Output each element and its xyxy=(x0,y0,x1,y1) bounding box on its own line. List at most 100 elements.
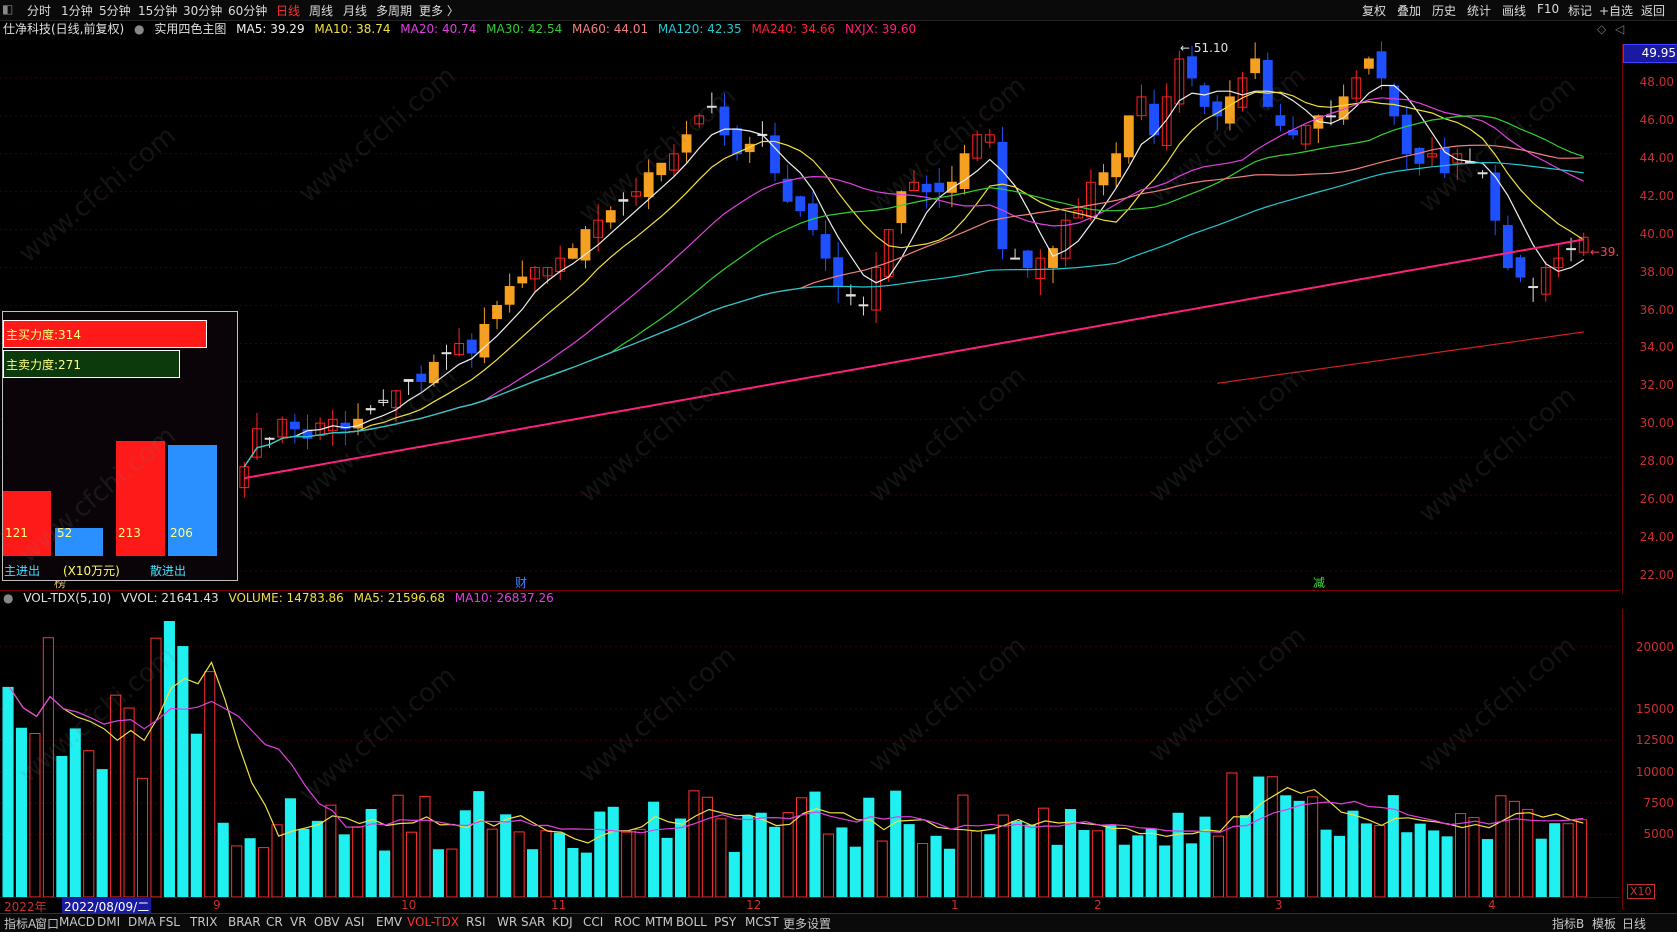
volume-bar xyxy=(231,845,243,897)
price-axis: 49.95 48.00 46.00 44.00 42.00 40.00 38.00 36.0… xyxy=(1622,44,1677,594)
indicator-tab[interactable]: RSI xyxy=(466,915,486,929)
volume-bar xyxy=(930,835,942,897)
volume-bar xyxy=(459,810,471,897)
month-label: 1 xyxy=(951,898,959,912)
volume-bar xyxy=(594,811,606,897)
ma-line-30 xyxy=(243,115,1584,468)
indicator-tab[interactable]: CR xyxy=(266,915,283,929)
volume-bar xyxy=(1549,823,1561,897)
arrow-left-icon[interactable]: ◁ xyxy=(1615,22,1624,36)
indicator-tab[interactable]: MACD xyxy=(59,915,95,929)
indicator-tab[interactable]: VOL-TDX xyxy=(407,915,459,929)
period-tab[interactable]: 多周期 xyxy=(376,2,412,19)
candle-body xyxy=(466,339,477,354)
indicator-tab[interactable]: MTM xyxy=(645,915,673,929)
unit-label: (X10万元) xyxy=(63,564,120,578)
period-tab[interactable]: 5分钟 xyxy=(99,2,131,19)
right-button[interactable]: 复权 xyxy=(1362,2,1386,19)
right-button[interactable]: 返回 xyxy=(1641,2,1665,19)
indicator-tab[interactable]: 窗口 xyxy=(35,915,59,932)
indicator-tab[interactable]: FSL xyxy=(159,915,180,929)
volume-tick-label: 7500 xyxy=(1643,796,1674,811)
indicator-tab[interactable]: CCI xyxy=(583,915,603,929)
price-tick-label: 44.00 xyxy=(1639,150,1674,165)
volume-bar xyxy=(15,727,28,897)
right-button[interactable]: 历史 xyxy=(1432,2,1456,19)
volume-bar xyxy=(742,815,754,897)
candle-body xyxy=(1490,172,1501,221)
bottom-right-button[interactable]: 指标B xyxy=(1552,915,1584,932)
price-tick-label: 42.00 xyxy=(1639,188,1674,203)
indicator-tab[interactable]: OBV xyxy=(314,915,340,929)
volume-bar xyxy=(379,850,391,897)
volume-bar xyxy=(755,812,767,897)
bottom-right-button[interactable]: 模板 xyxy=(1592,915,1616,932)
right-button[interactable]: F10 xyxy=(1537,2,1559,16)
indicator-tab[interactable]: 更多 xyxy=(783,915,807,932)
volume-bar xyxy=(123,707,135,897)
more-periods-button[interactable]: 更多 〉 xyxy=(419,2,459,19)
right-button[interactable]: +自选 xyxy=(1599,2,1633,19)
period-tab[interactable]: 15分钟 xyxy=(138,2,177,19)
candle-body xyxy=(1275,115,1286,126)
period-tab[interactable]: 分时 xyxy=(27,2,51,19)
settings-diamond-icon[interactable]: ◇ xyxy=(1597,22,1606,36)
stock-title: 仕净科技(日线,前复权) xyxy=(3,22,125,36)
right-button[interactable]: 叠加 xyxy=(1397,2,1421,19)
volume-tick-label: 12500 xyxy=(1635,733,1674,748)
volume-bar xyxy=(392,794,404,897)
candle-body xyxy=(1111,153,1122,178)
vol-ma5-value: MA5: 21596.68 xyxy=(353,591,445,605)
collapse-icon[interactable]: ● xyxy=(3,591,13,605)
month-label: 4 xyxy=(1488,898,1496,912)
indicator-tab[interactable]: VR xyxy=(290,915,307,929)
vvol-value: VVOL: 21641.43 xyxy=(121,591,219,605)
indicator-tab[interactable]: ROC xyxy=(614,915,640,929)
volume-bar xyxy=(1333,835,1346,897)
period-tab[interactable]: 1分钟 xyxy=(61,2,93,19)
period-tab[interactable]: 60分钟 xyxy=(228,2,267,19)
indicator-tab[interactable]: WR xyxy=(497,915,517,929)
indicator-tab[interactable]: KDJ xyxy=(552,915,573,929)
indicator-tab[interactable]: EMV xyxy=(376,915,402,929)
price-tick-label: 22.00 xyxy=(1639,568,1674,583)
candle-body xyxy=(618,199,629,202)
volume-bar xyxy=(163,621,175,897)
right-button[interactable]: 统计 xyxy=(1467,2,1491,19)
right-button[interactable]: 标记 xyxy=(1568,2,1592,19)
indicator-tab[interactable]: MCST xyxy=(745,915,779,929)
indicator-tab[interactable]: BRAR xyxy=(228,915,261,929)
event-mark: 减 xyxy=(1313,576,1325,590)
indicator-tab[interactable]: TRIX xyxy=(190,915,217,929)
ma-line-10 xyxy=(243,91,1585,468)
indicator-tab[interactable]: ASI xyxy=(345,915,364,929)
indicator-tab[interactable]: DMA xyxy=(128,915,156,929)
candle-body xyxy=(1098,172,1109,186)
period-tab[interactable]: 月线 xyxy=(343,2,367,19)
volume-bar xyxy=(177,646,189,897)
volume-bar xyxy=(1024,824,1036,897)
indicator-tab[interactable]: 设置 xyxy=(807,915,831,932)
bottom-right-button[interactable]: 日线 xyxy=(1622,915,1646,932)
back-icon[interactable]: ◧ xyxy=(2,2,13,16)
volume-bar xyxy=(1374,825,1386,897)
indicator-tab[interactable]: 指标A xyxy=(4,915,36,932)
indicator-tab[interactable]: PSY xyxy=(714,915,736,929)
period-tab[interactable]: 30分钟 xyxy=(183,2,222,19)
right-button[interactable]: 画线 xyxy=(1502,2,1526,19)
indicator-tab[interactable]: DMI xyxy=(97,915,120,929)
candlestick-chart[interactable]: ← 51.10← 22.20←39.60榜财减 xyxy=(0,40,1620,590)
volume-chart[interactable] xyxy=(0,609,1620,897)
cursor-date-label: 2022/08/09/二 xyxy=(62,898,152,914)
period-tab[interactable]: 周线 xyxy=(309,2,333,19)
period-tab-active[interactable]: 日线 xyxy=(276,2,300,19)
volume-bar xyxy=(567,848,579,897)
candle-body xyxy=(1414,147,1425,164)
volume-bar xyxy=(365,808,377,897)
indicator-tab[interactable]: BOLL xyxy=(676,915,707,929)
candle-body xyxy=(845,294,856,297)
retail-out-value: 206 xyxy=(170,525,193,540)
ma120-value: MA120: 42.35 xyxy=(657,22,742,36)
collapse-icon[interactable]: ● xyxy=(134,22,144,36)
indicator-tab[interactable]: SAR xyxy=(521,915,545,929)
